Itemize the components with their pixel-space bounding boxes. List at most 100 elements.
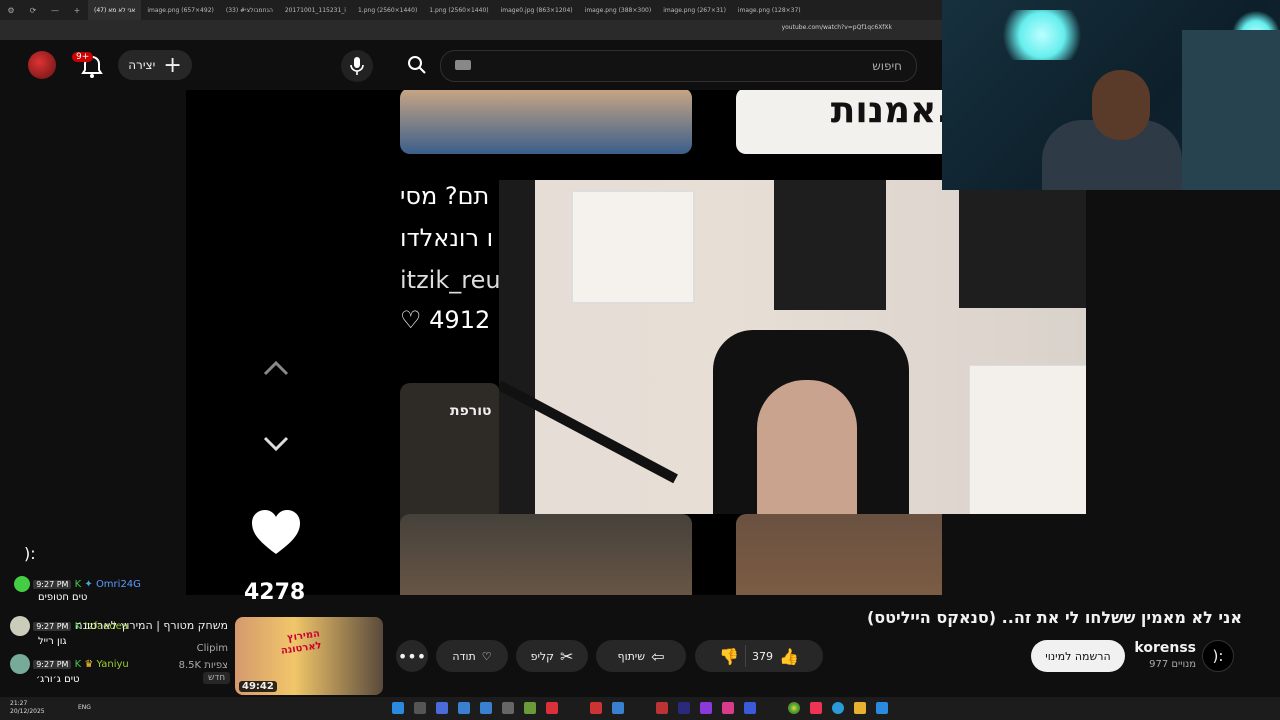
divider (745, 645, 746, 667)
new-tab-button[interactable]: + (66, 0, 88, 20)
app-icon[interactable] (524, 702, 536, 714)
app-icon[interactable] (458, 702, 470, 714)
like-count: 379 (752, 649, 773, 663)
video-like-count: 4278 (244, 580, 306, 605)
refresh-icon[interactable]: ⟳ (22, 0, 44, 20)
tab-youtube[interactable]: אני לא מא (47) (88, 0, 142, 20)
tab-image-7[interactable]: image.png (267×31) (657, 0, 732, 20)
search-taskbar-icon[interactable] (414, 702, 426, 714)
chat-avatar (14, 576, 30, 592)
search-icon (408, 56, 426, 74)
crown-icon: ♛ (84, 659, 94, 670)
folder-icon[interactable] (854, 702, 866, 714)
channel-name[interactable]: korenss (1134, 640, 1196, 656)
url-text[interactable]: youtube.com/watch?v=pQf1qc6XfXk (782, 24, 892, 31)
app-icon[interactable] (722, 702, 734, 714)
search-button[interactable] (395, 50, 439, 80)
clip-button[interactable]: קליפ ✂ (516, 640, 588, 672)
app-icon[interactable] (744, 702, 756, 714)
app-icon[interactable] (546, 702, 558, 714)
app-icon[interactable] (590, 702, 602, 714)
video-caption: תם? מסי (400, 182, 490, 210)
video-caption: ו רונאלדו (400, 224, 494, 252)
tab-image-8[interactable]: image.png (128×37) (732, 0, 807, 20)
chrome-icon[interactable] (788, 702, 800, 714)
like-icon[interactable]: 👍 (779, 647, 799, 666)
taskbar: 21:27 20/12/2025 ENG (0, 697, 1280, 720)
app-icon[interactable] (480, 702, 492, 714)
subscribe-button[interactable]: הרשמה למינוי (1031, 640, 1125, 672)
tab-image-6[interactable]: image.png (388×300) (579, 0, 658, 20)
plus-icon: + (163, 52, 182, 78)
reactor-webcam (942, 0, 1280, 190)
browser-tab-bar: ⚙ ⟳ — + אני לא מא (47) image.png (657×49… (0, 0, 942, 20)
heart-icon[interactable] (250, 508, 302, 556)
app-icon[interactable] (612, 702, 624, 714)
more-icon: ••• (397, 646, 427, 666)
badge-icon: ✦ (84, 579, 93, 590)
side-video-thumbnail[interactable]: המירוץ לארטונה 49:42 (235, 617, 383, 695)
chevron-down-icon[interactable] (262, 434, 290, 454)
video-thumbnail (400, 514, 692, 595)
video-handle: itzik_reu (400, 266, 501, 294)
app-icon[interactable] (876, 702, 888, 714)
address-bar[interactable]: youtube.com/watch?v=pQf1qc6XfXk (0, 20, 942, 40)
app-icon[interactable] (678, 702, 690, 714)
badge-icon: K (74, 659, 82, 670)
badge-icon: K (74, 579, 82, 590)
youtube-header: 9+ יצירה + חיפוש (0, 40, 942, 90)
thumb-text: המירוץ לארטונה (280, 628, 323, 657)
create-button[interactable]: יצירה + (118, 50, 192, 80)
chat-message: 9:27 PM K ♛ Yaniyu טים ג׳ורג׳ (10, 654, 129, 685)
video-title: אני לא מאמין ששלחו לי את זה.. (סנאקס היי… (866, 608, 1242, 627)
share-button[interactable]: שיתוף ⇦ (596, 640, 686, 672)
app-icon[interactable] (436, 702, 448, 714)
settings-icon[interactable]: ⚙ (0, 0, 22, 20)
scissors-icon: ✂ (559, 646, 574, 666)
minimize-icon[interactable]: — (44, 0, 66, 20)
app-icon[interactable] (502, 702, 514, 714)
video-thumbnail (736, 514, 942, 595)
tab-image-3[interactable]: 1.png (2560×1440) (352, 0, 423, 20)
share-icon: ⇦ (651, 646, 665, 666)
more-options-button[interactable]: ••• (396, 640, 428, 672)
streamer-webcam (499, 180, 1086, 514)
search-input[interactable]: חיפוש (440, 50, 917, 82)
start-icon[interactable] (392, 702, 404, 714)
chat-avatar (10, 616, 30, 636)
tab-image-2[interactable]: 20171001_115231_i (279, 0, 352, 20)
dislike-icon[interactable]: 👎 (719, 647, 739, 666)
microphone-icon[interactable] (341, 50, 373, 82)
avatar[interactable] (28, 51, 56, 79)
tiktok-thumbnail: אמנות. (736, 90, 942, 154)
tab-image-4[interactable]: 1.png (2560×1440) (423, 0, 494, 20)
brave-icon[interactable] (810, 702, 822, 714)
tab-image-1[interactable]: image.png (657×492) (141, 0, 220, 20)
lang-indicator[interactable]: ENG (78, 704, 91, 711)
chat-message: 9:27 PM K ✦ Omri24G טים חטופים (14, 576, 141, 603)
side-video-title[interactable]: משחק מטורף | המירוץ לארטונה (75, 619, 228, 632)
chevron-up-icon[interactable] (262, 358, 290, 378)
subscriber-count: 977 מנויים (1149, 659, 1196, 670)
app-icon[interactable] (656, 702, 668, 714)
video-duration: 49:42 (239, 681, 277, 692)
edge-icon[interactable] (832, 702, 844, 714)
tiktok-thumbnail (400, 90, 692, 154)
chat-face: ): (24, 544, 36, 563)
new-badge: חדש (203, 672, 231, 684)
taskbar-clock[interactable]: 21:27 20/12/2025 (10, 700, 45, 716)
tab-image-5[interactable]: image0.jpg (863×1204) (495, 0, 579, 20)
side-video-meta: Clipim 8.5K צפיות (178, 643, 228, 671)
notification-badge: 9+ (72, 52, 94, 62)
app-icon[interactable] (700, 702, 712, 714)
video-likes: ♡ 4912 (400, 306, 491, 334)
tab-twitter[interactable]: (33) #הנחמבולצי (220, 0, 279, 20)
thanks-icon: ♡ (481, 649, 492, 663)
chat-avatar (10, 654, 30, 674)
thanks-button[interactable]: תודה ♡ (436, 640, 508, 672)
page-scrollbar[interactable] (1272, 190, 1280, 697)
keyboard-icon[interactable] (455, 60, 471, 70)
like-dislike-group: 👎 379 👍 (695, 640, 823, 672)
heart-outline-icon: ♡ (400, 306, 422, 334)
channel-avatar[interactable]: ): (1202, 640, 1234, 672)
